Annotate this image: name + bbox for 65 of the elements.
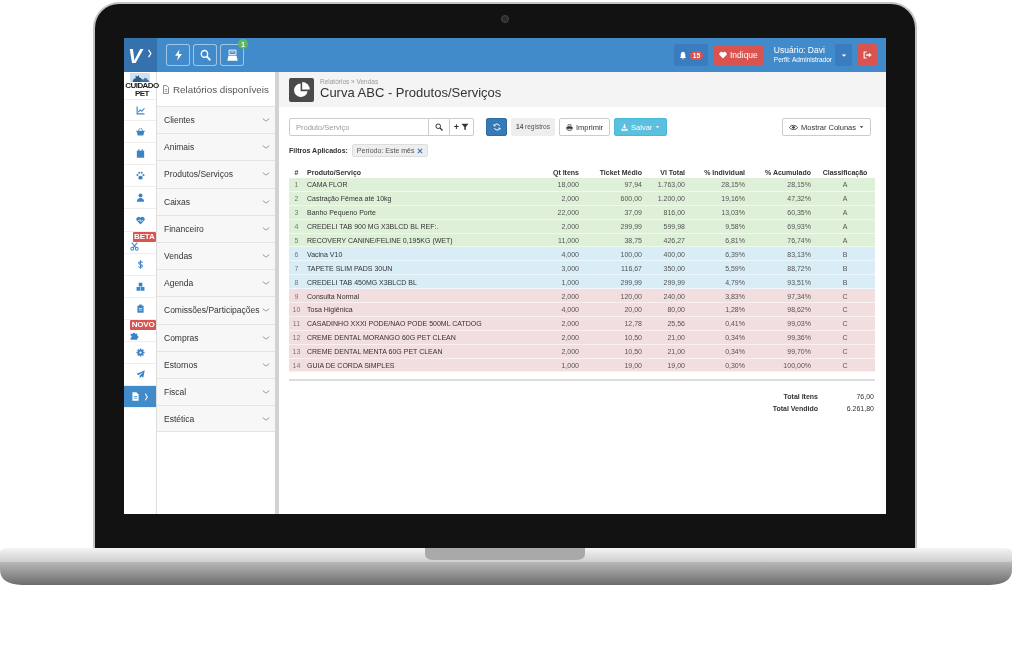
menu-title: Relatórios disponíveis [173,83,269,95]
calendar-icon [135,149,145,159]
download-icon [621,123,629,131]
menu-item[interactable]: Fiscal [157,377,275,406]
brand-name: CUIDADO PET [124,82,160,98]
clipboard-icon [135,303,145,313]
search-button[interactable] [428,118,450,136]
add-filter-button[interactable]: + [449,118,474,136]
sidebar-nav-button[interactable] [124,386,156,409]
menu-item[interactable]: Animais [157,133,275,161]
vertical-scrollbar[interactable] [275,72,279,514]
document-icon [162,84,170,94]
quick-action-button[interactable] [166,44,190,66]
refer-button[interactable]: Indique [712,45,764,65]
caret-down-icon [655,125,661,129]
menu-item[interactable]: Caixas [157,187,275,215]
menu-item[interactable]: Produtos/Serviços [157,160,275,188]
menu-item[interactable]: Clientes [157,106,275,134]
search-icon [435,123,443,131]
menu-item[interactable]: Estornos [157,350,275,378]
page-title: Curva ABC - Produtos/Serviços [320,85,502,101]
menu-item[interactable]: Vendas [157,241,275,270]
sidebar-nav-button[interactable]: BETA [124,231,156,254]
close-icon[interactable] [417,147,424,154]
printer-icon [566,123,573,131]
chevron-right-icon [144,392,149,401]
line-chart-icon [135,105,145,115]
pie-chart-icon [289,77,314,102]
puzzle-icon [130,330,139,340]
dollar-icon [135,259,145,269]
document-icon [131,392,140,402]
refresh-icon [492,123,501,131]
basket-icon [135,127,145,137]
menu-item[interactable]: Comissões/Participações [157,296,275,324]
menu-item[interactable]: Agenda [157,269,275,297]
feature-badge: BETA [132,231,156,242]
scissors-icon [130,242,139,252]
feature-badge: NOVO [130,319,156,330]
caret-down-icon [840,52,847,58]
caret-down-icon [859,125,864,129]
refresh-button[interactable] [486,118,507,136]
paper-plane-icon [135,370,145,380]
menu-item[interactable]: Compras [157,323,275,351]
boxes-icon [135,281,145,291]
sidebar-nav-button[interactable] [124,99,156,122]
sidebar-nav-button[interactable]: NOVO [124,319,156,343]
chevron-right-icon [147,49,153,58]
settings-icon [135,348,145,358]
logout-button[interactable] [857,44,877,66]
filter-icon [461,123,470,131]
bell-icon [678,50,687,60]
cash-register-icon [226,49,238,61]
webcam-icon [501,15,509,23]
eye-icon [788,123,798,131]
lightning-icon [172,49,184,61]
app-logo: V [128,44,142,66]
menu-item[interactable]: Financeiro [157,214,275,242]
user-icon [135,193,145,203]
paw-icon [135,171,145,181]
menu-item[interactable]: Estética [157,405,275,433]
search-icon [199,49,211,61]
heart-pulse-icon [135,215,145,225]
logout-icon [862,51,872,59]
user-name: Usuário: Davi [773,46,826,57]
heart-icon [718,51,727,59]
